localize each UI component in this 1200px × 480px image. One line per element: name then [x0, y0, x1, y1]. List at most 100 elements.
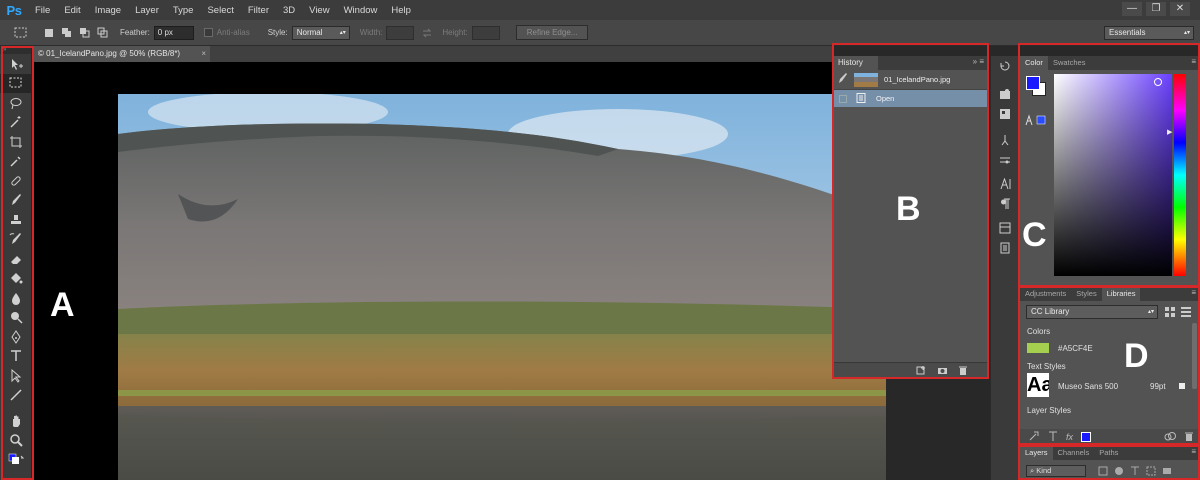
eyedropper-icon[interactable] — [0, 152, 32, 172]
camera-snapshot-icon[interactable] — [937, 365, 948, 377]
text-style-preview[interactable]: Aa — [1027, 373, 1049, 397]
marquee-tool-preset-icon[interactable] — [14, 26, 28, 40]
refine-edge-button[interactable]: Refine Edge... — [515, 25, 589, 40]
add-foreground-color-icon[interactable] — [1081, 432, 1092, 442]
tab-swatches[interactable]: Swatches — [1048, 56, 1091, 70]
info-panel-icon[interactable] — [991, 104, 1018, 124]
adjustment-filter-icon[interactable] — [1114, 466, 1124, 478]
workspace-select[interactable]: Essentials — [1104, 26, 1194, 40]
feather-input[interactable]: 0 px — [153, 25, 194, 40]
tab-color[interactable]: Color — [1020, 56, 1048, 70]
crop-tool-icon[interactable] — [0, 132, 32, 152]
creative-cloud-icon[interactable] — [1164, 431, 1176, 443]
grid-view-icon[interactable] — [1164, 306, 1176, 320]
tab-libraries[interactable]: Libraries — [1101, 287, 1141, 301]
menu-help[interactable]: Help — [384, 5, 418, 16]
menu-image[interactable]: Image — [88, 5, 128, 16]
brush-tool-icon[interactable] — [0, 191, 32, 211]
history-state-open[interactable]: Open — [834, 90, 988, 107]
subtract-selection-icon[interactable] — [78, 26, 92, 40]
menu-window[interactable]: Window — [337, 5, 385, 16]
menu-file[interactable]: File — [28, 5, 57, 16]
new-selection-icon[interactable] — [42, 26, 56, 40]
layers-panel-menu-icon[interactable]: ≡ — [1191, 447, 1196, 456]
menu-select[interactable]: Select — [200, 5, 240, 16]
shape-filter-icon[interactable] — [1146, 466, 1156, 478]
history-snapshot[interactable]: 01_IcelandPano.jpg — [834, 70, 988, 90]
library-trash-icon[interactable] — [1184, 431, 1194, 443]
type-filter-icon[interactable] — [1130, 466, 1140, 478]
width-input[interactable] — [386, 25, 415, 40]
tab-channels[interactable]: Channels — [1053, 446, 1095, 460]
add-text-style-icon[interactable] — [1048, 431, 1058, 443]
blur-tool-icon[interactable] — [0, 288, 32, 308]
menu-edit[interactable]: Edit — [57, 5, 87, 16]
menu-3d[interactable]: 3D — [276, 5, 302, 16]
healing-brush-icon[interactable] — [0, 171, 32, 191]
library-select[interactable]: CC Library — [1026, 305, 1158, 319]
restore-button[interactable]: ❐ — [1146, 2, 1166, 16]
brush-presets-icon[interactable] — [991, 130, 1018, 150]
tools-collapse-icon[interactable]: » — [0, 46, 31, 54]
eraser-icon[interactable] — [0, 249, 32, 269]
panel-menu-icon[interactable]: » ≡ — [973, 57, 984, 66]
antialias-checkbox[interactable] — [203, 28, 213, 37]
hue-slider[interactable] — [1174, 74, 1186, 276]
color-picker-handle[interactable] — [1154, 78, 1162, 86]
brush-settings-icon[interactable] — [991, 150, 1018, 170]
character-panel-icon[interactable] — [991, 174, 1018, 194]
rectangular-marquee-icon[interactable] — [0, 73, 32, 93]
pixel-filter-icon[interactable] — [1098, 466, 1108, 478]
new-document-from-state-icon[interactable] — [916, 365, 927, 377]
height-input[interactable] — [471, 25, 500, 40]
add-content-icon[interactable] — [1028, 431, 1040, 443]
type-tool-icon[interactable] — [0, 347, 32, 367]
zoom-tool-icon[interactable] — [0, 431, 32, 451]
document-close-icon[interactable]: × — [201, 46, 206, 62]
document-tab[interactable]: © 01_IcelandPano.jpg @ 50% (RGB/8*) × — [34, 46, 210, 62]
tab-layers[interactable]: Layers — [1020, 446, 1053, 460]
move-tool-icon[interactable] — [0, 54, 32, 74]
minimize-button[interactable]: — — [1122, 2, 1142, 16]
history-brush-icon[interactable] — [0, 230, 32, 250]
lasso-tool-icon[interactable] — [0, 93, 32, 113]
paint-bucket-icon[interactable] — [0, 269, 32, 289]
tab-history[interactable]: History — [834, 56, 878, 70]
trash-icon[interactable] — [958, 365, 968, 377]
library-color-swatch[interactable] — [1027, 343, 1049, 353]
color-spectrum-field[interactable] — [1054, 74, 1172, 276]
clone-stamp-icon[interactable] — [0, 210, 32, 230]
libraries-scrollbar[interactable] — [1192, 323, 1197, 389]
menu-type[interactable]: Type — [166, 5, 201, 16]
tab-paths[interactable]: Paths — [1094, 446, 1123, 460]
add-layer-style-icon[interactable]: fx — [1066, 432, 1073, 442]
properties-panel-icon[interactable] — [991, 84, 1018, 104]
hand-tool-icon[interactable] — [0, 411, 32, 431]
dodge-tool-icon[interactable] — [0, 308, 32, 328]
history-state-checkbox[interactable] — [839, 94, 847, 103]
layer-filter-kind-select[interactable]: ⌕ Kind — [1026, 465, 1086, 477]
smart-object-filter-icon[interactable] — [1162, 466, 1172, 478]
pen-tool-icon[interactable] — [0, 327, 32, 347]
foreground-color-swatch[interactable] — [1026, 76, 1040, 90]
libraries-panel-menu-icon[interactable]: ≡ — [1191, 288, 1196, 297]
hue-slider-marker-icon[interactable]: ▶ — [1167, 128, 1172, 136]
intersect-selection-icon[interactable] — [96, 26, 110, 40]
magic-wand-icon[interactable] — [0, 113, 32, 133]
color-swatches-icon[interactable] — [0, 450, 32, 470]
style-select[interactable]: Normal — [291, 25, 350, 40]
menu-view[interactable]: View — [302, 5, 336, 16]
tab-adjustments[interactable]: Adjustments — [1020, 287, 1071, 301]
menu-layer[interactable]: Layer — [128, 5, 166, 16]
tab-styles[interactable]: Styles — [1071, 287, 1101, 301]
list-view-icon[interactable] — [1180, 306, 1192, 320]
color-panel-menu-icon[interactable]: ≡ — [1191, 57, 1196, 66]
swap-arrows-icon[interactable] — [420, 26, 434, 40]
history-brush-source-icon[interactable] — [834, 72, 852, 87]
gamut-warning-icon[interactable] — [1025, 114, 1047, 128]
menu-filter[interactable]: Filter — [241, 5, 276, 16]
history-panel-icon[interactable] — [991, 56, 1018, 76]
line-tool-icon[interactable] — [0, 386, 32, 406]
close-button[interactable]: ✕ — [1170, 2, 1190, 16]
layer-comps-icon[interactable] — [991, 218, 1018, 238]
